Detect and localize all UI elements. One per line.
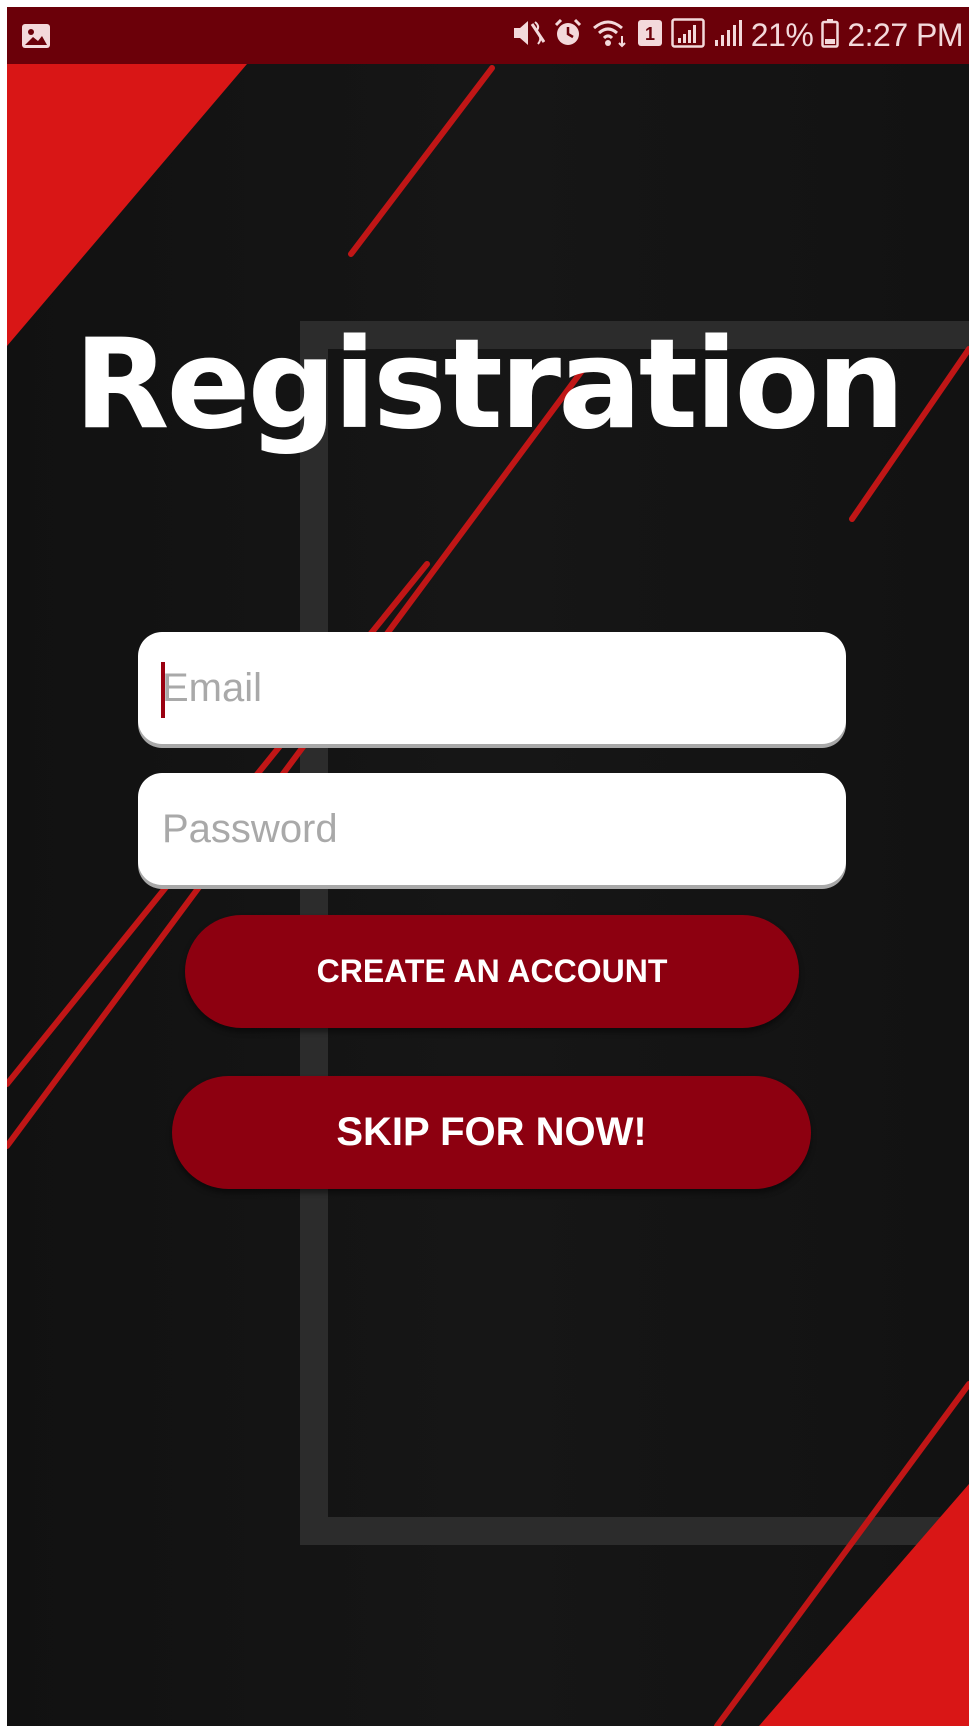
page-title: Registration — [73, 313, 905, 457]
battery-icon — [821, 18, 840, 53]
sim-icon: 1 — [637, 19, 663, 52]
email-input[interactable] — [138, 632, 846, 744]
status-icons: 1 21% 2:27 PM — [511, 7, 963, 64]
skip-button[interactable]: SKIP FOR NOW! — [172, 1076, 811, 1189]
email-field-container — [138, 632, 846, 744]
signal-icon — [671, 18, 705, 53]
password-input[interactable] — [138, 773, 846, 885]
app-screen: 1 21% 2:27 PM Registration Email CREATE … — [7, 7, 969, 1726]
create-account-button[interactable]: CREATE AN ACCOUNT — [185, 915, 799, 1028]
gallery-icon — [21, 23, 51, 49]
status-bar: 1 21% 2:27 PM — [7, 7, 969, 64]
sim-badge-number: 1 — [645, 24, 655, 44]
password-field-container — [138, 773, 846, 885]
status-time: 2:27 PM — [847, 17, 963, 53]
alarm-icon — [553, 18, 583, 53]
signal-icon — [713, 18, 743, 53]
text-cursor — [161, 662, 165, 718]
battery-percentage: 21% — [750, 17, 814, 53]
mute-icon — [511, 18, 546, 53]
wifi-icon — [591, 18, 629, 53]
